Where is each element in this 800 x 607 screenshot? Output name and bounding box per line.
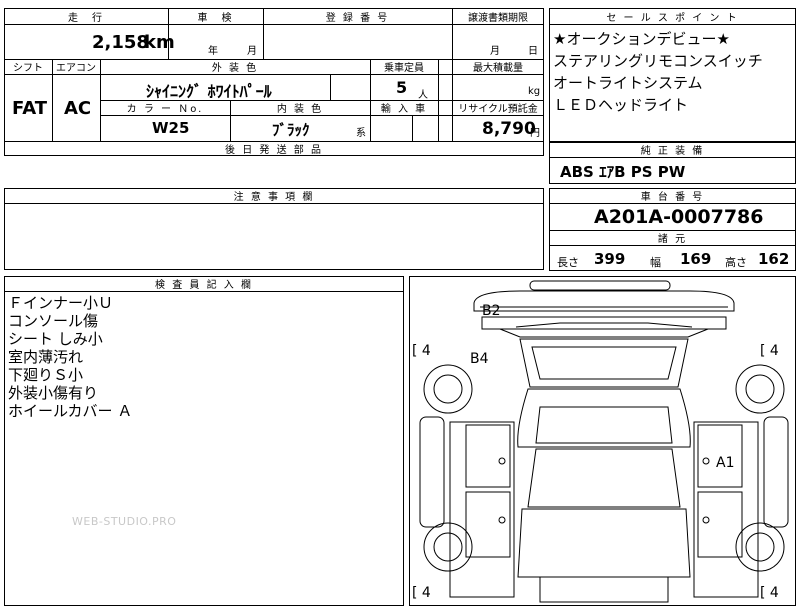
mileage-value: 2,158: [92, 32, 149, 53]
sales-point-line: ＬＥＤヘッドライト: [553, 96, 689, 114]
shift-value: FAT: [12, 98, 48, 119]
load-unit: kg: [528, 86, 541, 97]
interior-suffix: 系: [356, 128, 366, 139]
capacity-value: 5: [396, 78, 408, 97]
height-label: 高さ: [725, 256, 747, 269]
inspector-line: ホイールカバー Ａ: [8, 402, 133, 420]
car-diagram-svg: [419, 280, 789, 603]
equipment-value: ABS ｴｱB PS PW: [560, 163, 686, 181]
inspector-title: 検 査 員 記 入 欄: [155, 280, 253, 291]
parts-header: 後 日 発 送 部 品: [225, 145, 323, 156]
sales-point-line: オートライトシステム: [553, 74, 703, 92]
rear-window: [527, 448, 681, 508]
tire-tread-rear-left: [ 4: [412, 585, 431, 601]
chassis-title: 車 台 番 号: [640, 192, 705, 203]
capacity-header: 乗車定員: [384, 63, 424, 74]
damage-label-b2: B2: [482, 303, 501, 319]
transfer-day: 日: [528, 46, 538, 57]
specs-title: 諸 元: [657, 234, 688, 245]
right-side: [693, 421, 759, 598]
inspector-line: 外装小傷有り: [8, 384, 99, 402]
color-no-header: カ ラ ー Ｎo.: [126, 104, 204, 115]
front-bumper: [473, 290, 735, 312]
ac-value: AC: [64, 98, 92, 119]
front-plate: [529, 280, 671, 291]
equipment-title: 純 正 装 備: [640, 146, 705, 157]
inspector-line: Ｆインナー小Ｕ: [8, 294, 114, 312]
front-right-tire: [735, 364, 785, 414]
inspector-line: 下廻りＳ小: [8, 366, 84, 384]
inspection-header: 車 検: [197, 12, 234, 24]
shift-header: シフト: [13, 63, 43, 74]
registration-header: 登 録 番 号: [325, 12, 390, 24]
length-value: 399: [594, 250, 626, 268]
width-label: 幅: [650, 256, 661, 269]
inspector-line: シート しみ小: [8, 330, 103, 348]
inspector-line: 室内薄汚れ: [8, 348, 84, 366]
tire-tread-rear-right: [ 4: [760, 585, 779, 601]
mileage-unit: km: [144, 32, 175, 53]
exterior-header: 外 装 色: [211, 63, 259, 74]
transfer-header: 譲渡書類期限: [468, 12, 528, 24]
rear-left-tire: [423, 522, 473, 572]
tire-tread-front-left: [ 4: [412, 343, 431, 359]
car-diagram-box: B2 B4 A1 [ 4 [ 4 [ 4 [ 4: [409, 276, 796, 606]
mileage-header: 走 行: [68, 12, 104, 24]
recycle-header: リサイクル預託金: [458, 104, 538, 115]
tire-tread-front-right: [ 4: [760, 343, 779, 359]
sales-point-line: ★オークションデビュー★: [553, 30, 730, 48]
front-left-tire: [423, 364, 473, 414]
watermark: WEB-STUDIO.PRO: [72, 515, 177, 528]
import-header: 輸 入 車: [380, 104, 428, 115]
sales-points-title: セ ー ル ス ポ イ ン ト: [606, 12, 739, 24]
interior-header: 内 装 色: [276, 104, 324, 115]
roof: [517, 388, 691, 448]
windshield: [519, 338, 689, 388]
notes-title: 注 意 事 項 欄: [233, 192, 315, 203]
damage-label-a1: A1: [716, 455, 735, 471]
chassis-value: A201A-0007786: [594, 206, 764, 228]
recycle-unit: 円: [530, 128, 540, 139]
left-side: [449, 421, 515, 598]
load-header: 最大積載量: [473, 63, 523, 74]
recycle-value: 8,790: [482, 119, 536, 139]
inspection-month: 月: [247, 46, 257, 57]
damage-label-b4: B4: [470, 351, 489, 367]
transfer-month: 月: [490, 46, 500, 57]
height-value: 162: [758, 250, 790, 268]
rear-right-tire: [735, 522, 785, 572]
interior-value: ﾌﾞﾗｯｸ: [272, 121, 310, 139]
width-value: 169: [680, 250, 712, 268]
exterior-value: ｼｬｲﾆﾝｸﾞ ﾎﾜｲﾄﾊﾟｰﾙ: [146, 82, 272, 101]
sales-point-line: ステアリングリモコンスイッチ: [553, 52, 763, 70]
color-no-value: W25: [152, 119, 190, 137]
inspection-year: 年: [208, 46, 218, 57]
ac-header: エアコン: [56, 63, 96, 74]
length-label: 長さ: [557, 256, 579, 269]
capacity-unit: 人: [418, 90, 428, 101]
inspector-line: コンソール傷: [8, 312, 99, 330]
